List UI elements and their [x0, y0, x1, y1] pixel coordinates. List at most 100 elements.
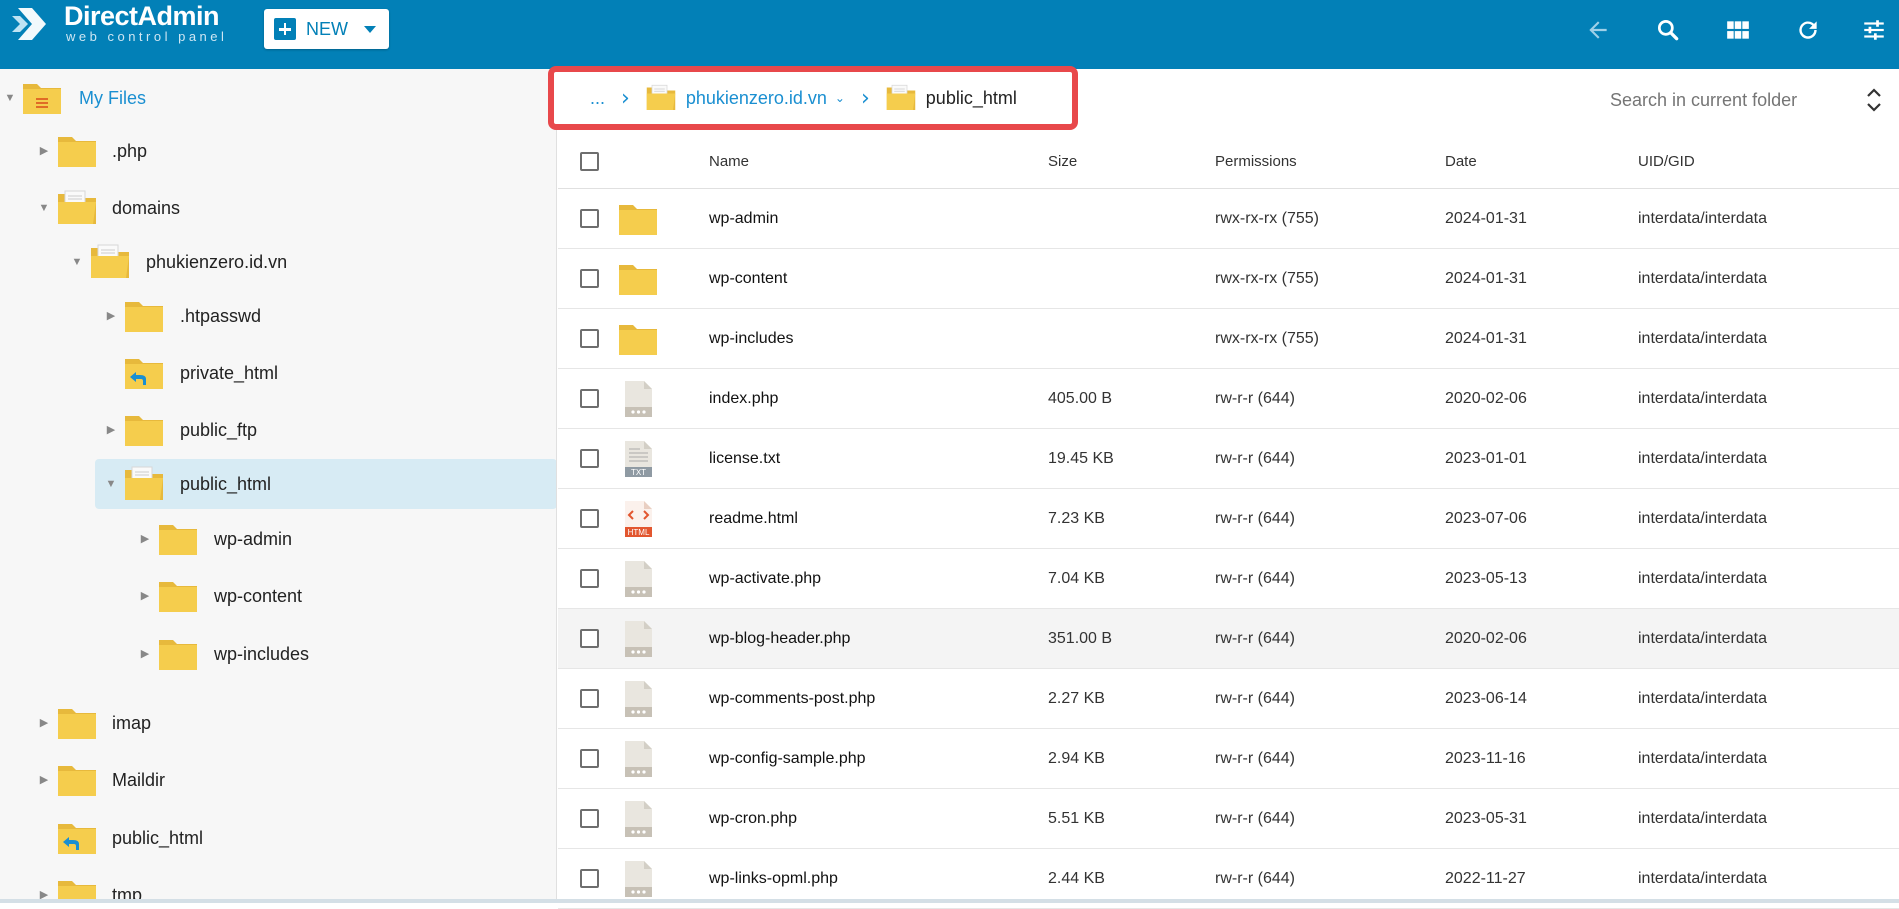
expanded-triangle-icon[interactable]: ▼	[4, 92, 16, 104]
chevron-down-icon[interactable]: ⌄	[835, 91, 845, 105]
search-icon[interactable]	[1652, 14, 1684, 46]
file-permissions[interactable]: rw-r-r (644)	[1215, 789, 1295, 849]
file-permissions[interactable]: rw-r-r (644)	[1215, 669, 1295, 729]
file-name[interactable]: wp-content	[709, 249, 787, 309]
column-header-permissions[interactable]: Permissions	[1215, 134, 1297, 189]
file-name[interactable]: license.txt	[709, 429, 780, 489]
breadcrumb-current[interactable]: public_html	[886, 83, 1017, 113]
column-header-uid[interactable]: UID/GID	[1638, 134, 1695, 189]
file-name[interactable]: wp-includes	[709, 309, 793, 369]
tree-item-maildir[interactable]: ▶ Maildir	[0, 755, 556, 805]
row-checkbox[interactable]	[580, 509, 599, 528]
tree-item-label: imap	[112, 712, 152, 733]
breadcrumb-current-label: public_html	[925, 87, 1017, 108]
breadcrumb-domain[interactable]: phukienzero.id.vn ⌄	[646, 83, 845, 113]
row-checkbox[interactable]	[580, 629, 599, 648]
table-row[interactable]: HTML readme.html 7.23 KB rw-r-r (644) 2023-0…	[558, 489, 1899, 549]
row-checkbox[interactable]	[580, 689, 599, 708]
file-permissions[interactable]: rwx-rx-rx (755)	[1215, 249, 1319, 309]
collapsed-triangle-icon[interactable]: ▶	[38, 717, 50, 729]
file-permissions[interactable]: rwx-rx-rx (755)	[1215, 309, 1319, 369]
collapse-chevrons-icon[interactable]	[1862, 86, 1886, 114]
tree-item-htpasswd[interactable]: ▶ .htpasswd	[0, 291, 556, 341]
tree-item-private-html[interactable]: private_html	[0, 348, 556, 398]
column-header-date[interactable]: Date	[1445, 134, 1477, 189]
row-checkbox[interactable]	[580, 209, 599, 228]
tree-item-label: .php	[112, 140, 148, 161]
column-header-size[interactable]: Size	[1048, 134, 1077, 189]
table-row[interactable]: wp-blog-header.php 351.00 B rw-r-r (644) 20…	[558, 609, 1899, 669]
new-button[interactable]: NEW	[264, 9, 389, 49]
refresh-icon[interactable]	[1792, 14, 1824, 46]
file-permissions[interactable]: rw-r-r (644)	[1215, 369, 1295, 429]
collapsed-triangle-icon[interactable]: ▶	[139, 590, 151, 602]
tree-item-public-html-link[interactable]: public_html	[0, 813, 556, 863]
tree-item-domains[interactable]: ▼ domains	[0, 183, 556, 233]
file-name[interactable]: wp-comments-post.php	[709, 669, 875, 729]
row-checkbox[interactable]	[580, 869, 599, 888]
row-checkbox[interactable]	[580, 389, 599, 408]
file-permissions[interactable]: rwx-rx-rx (755)	[1215, 189, 1319, 249]
table-row[interactable]: wp-admin rwx-rx-rx (755) 2024-01-31 interda…	[558, 189, 1899, 249]
tree-item-wp-admin[interactable]: ▶ wp-admin	[0, 514, 556, 564]
expanded-triangle-icon[interactable]: ▼	[38, 202, 50, 214]
folder-icon	[618, 199, 658, 239]
table-row[interactable]: wp-config-sample.php 2.94 KB rw-r-r (644) 2…	[558, 729, 1899, 789]
file-name[interactable]: readme.html	[709, 489, 798, 549]
grid-view-icon[interactable]	[1722, 14, 1754, 46]
row-checkbox[interactable]	[580, 329, 599, 348]
table-row[interactable]: index.php 405.00 B rw-r-r (644) 2020-02-06 i…	[558, 369, 1899, 429]
file-name[interactable]: wp-activate.php	[709, 549, 821, 609]
file-name[interactable]: wp-admin	[709, 189, 778, 249]
tree-item-label: .htpasswd	[180, 305, 262, 326]
file-name[interactable]: index.php	[709, 369, 778, 429]
select-all-checkbox[interactable]	[580, 152, 599, 171]
tree-item-public-ftp[interactable]: ▶ public_ftp	[0, 405, 556, 455]
search-input[interactable]	[1610, 84, 1840, 116]
file-name[interactable]: wp-cron.php	[709, 789, 797, 849]
back-icon[interactable]	[1582, 14, 1614, 46]
row-checkbox[interactable]	[580, 449, 599, 468]
tree-item-domain[interactable]: ▼ phukienzero.id.vn	[0, 237, 556, 287]
tree-item-wp-content[interactable]: ▶ wp-content	[0, 571, 556, 621]
table-row[interactable]: wp-comments-post.php 2.27 KB rw-r-r (644) 2…	[558, 669, 1899, 729]
row-checkbox[interactable]	[580, 749, 599, 768]
file-name[interactable]: wp-config-sample.php	[709, 729, 866, 789]
txt-file-icon: TXT	[625, 441, 652, 477]
tree-item-my-files[interactable]: ▼ My Files	[0, 73, 556, 123]
directadmin-logo[interactable]: DirectAdmin web control panel	[12, 2, 227, 46]
table-row[interactable]: wp-content rwx-rx-rx (755) 2024-01-31 inter…	[558, 249, 1899, 309]
row-checkbox[interactable]	[580, 269, 599, 288]
row-checkbox[interactable]	[580, 809, 599, 828]
column-header-name[interactable]: Name	[709, 134, 749, 189]
file-permissions[interactable]: rw-r-r (644)	[1215, 609, 1295, 669]
collapsed-triangle-icon[interactable]: ▶	[38, 774, 50, 786]
file-name[interactable]: wp-blog-header.php	[709, 609, 850, 669]
tree-item-public-html-selected[interactable]: ▼ public_html	[95, 459, 556, 509]
expanded-triangle-icon[interactable]: ▼	[105, 478, 117, 490]
table-row[interactable]: wp-cron.php 5.51 KB rw-r-r (644) 2023-05-31…	[558, 789, 1899, 849]
collapsed-triangle-icon[interactable]: ▶	[139, 533, 151, 545]
expanded-triangle-icon[interactable]: ▼	[71, 256, 83, 268]
collapsed-triangle-icon[interactable]: ▶	[139, 648, 151, 660]
table-row[interactable]: wp-includes rwx-rx-rx (755) 2024-01-31 inte…	[558, 309, 1899, 369]
logo-title: DirectAdmin	[64, 1, 220, 31]
collapsed-triangle-icon[interactable]: ▶	[105, 310, 117, 322]
collapsed-triangle-icon[interactable]: ▶	[105, 424, 117, 436]
breadcrumb-ellipsis[interactable]: ...	[590, 88, 605, 109]
row-checkbox[interactable]	[580, 569, 599, 588]
file-date: 2023-07-06	[1445, 510, 1527, 527]
file-permissions[interactable]: rw-r-r (644)	[1215, 729, 1295, 789]
tree-item-php[interactable]: ▶ .php	[0, 126, 556, 176]
file-permissions[interactable]: rw-r-r (644)	[1215, 549, 1295, 609]
collapsed-triangle-icon[interactable]: ▶	[38, 145, 50, 157]
tree-item-imap[interactable]: ▶ imap	[0, 698, 556, 748]
table-row[interactable]: TXT license.txt 19.45 KB rw-r-r (644) 2023-0…	[558, 429, 1899, 489]
chevron-right-icon: ›	[621, 85, 630, 111]
tree-item-wp-includes[interactable]: ▶ wp-includes	[0, 629, 556, 679]
file-permissions[interactable]: rw-r-r (644)	[1215, 489, 1295, 549]
file-size: 2.27 KB	[1048, 690, 1105, 707]
file-permissions[interactable]: rw-r-r (644)	[1215, 429, 1295, 489]
settings-sliders-icon[interactable]	[1858, 14, 1890, 46]
table-row[interactable]: wp-activate.php 7.04 KB rw-r-r (644) 2023-0…	[558, 549, 1899, 609]
